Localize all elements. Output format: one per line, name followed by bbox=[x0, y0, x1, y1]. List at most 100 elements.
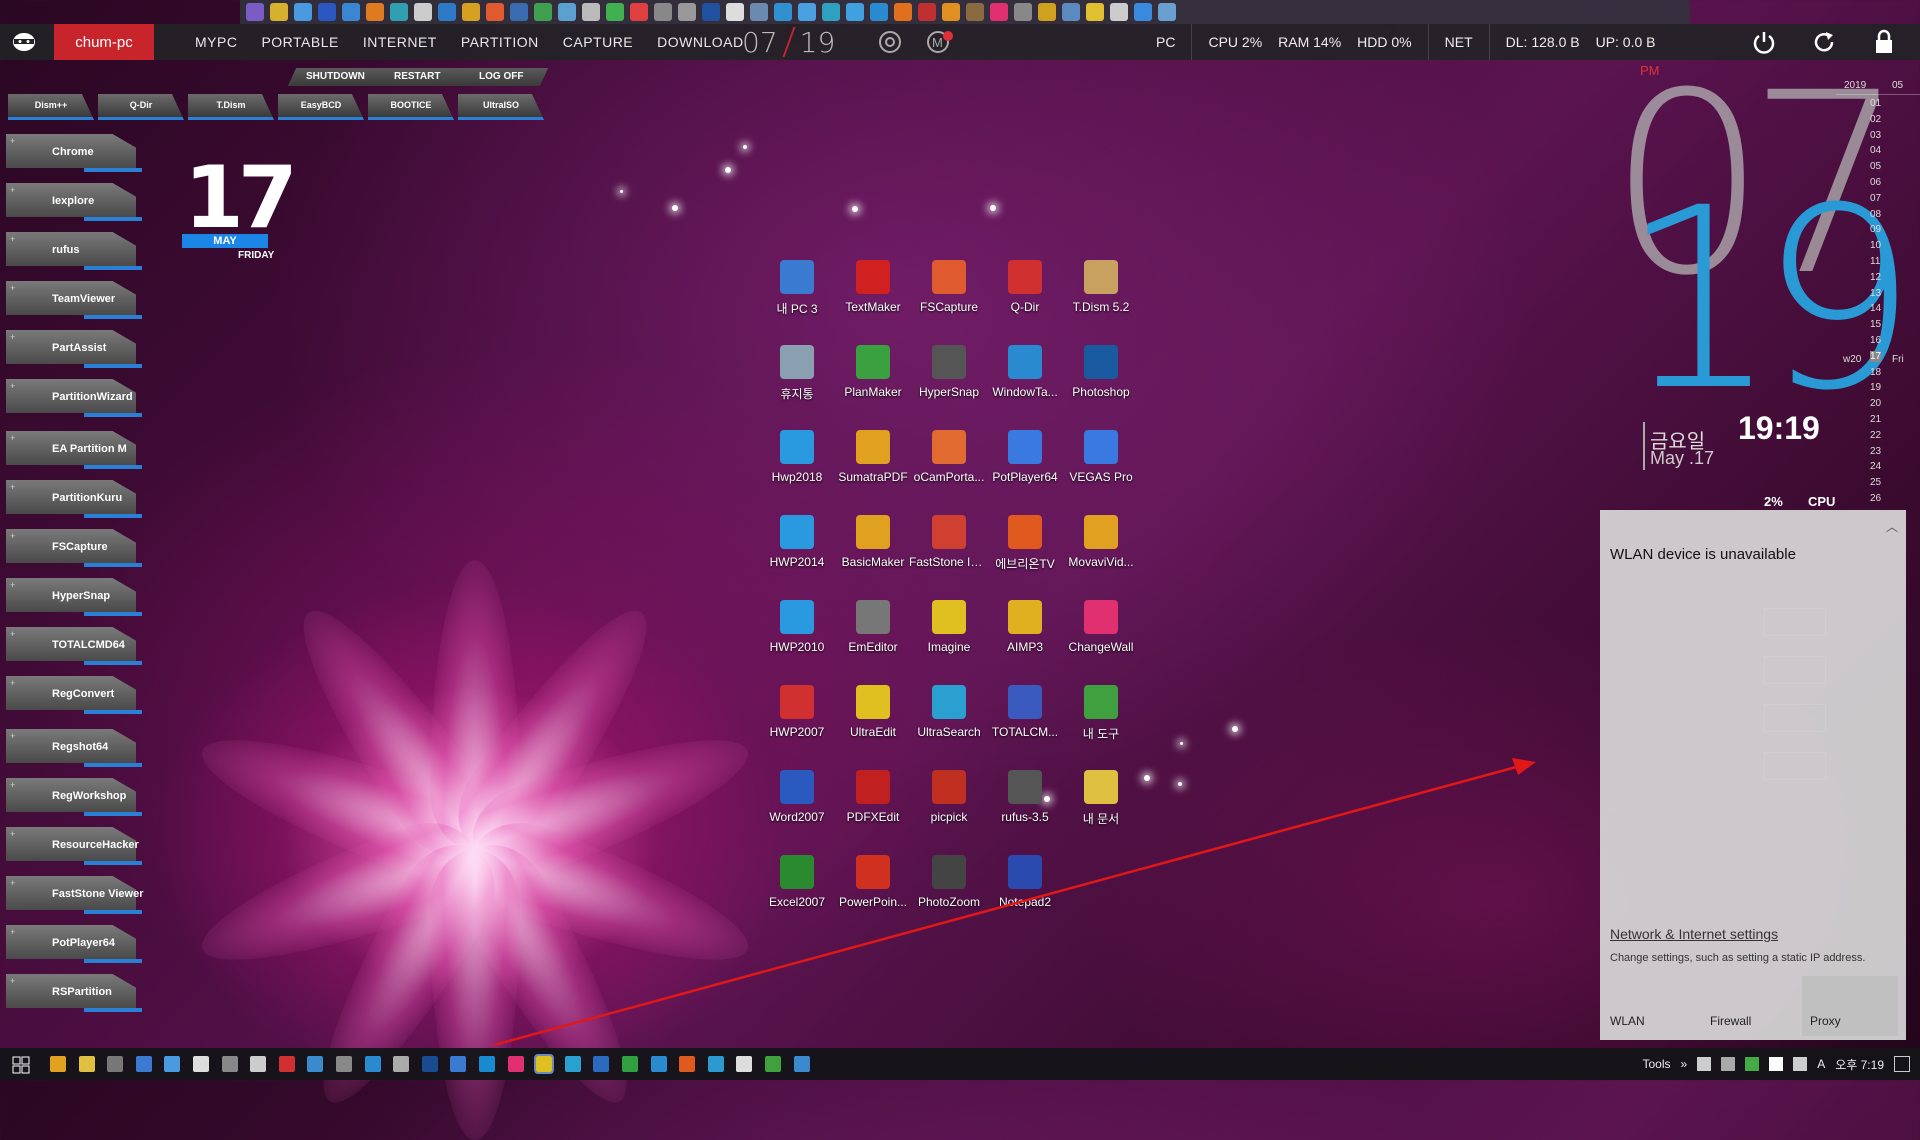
app-icon[interactable] bbox=[798, 3, 816, 21]
taskbar-app-icon[interactable] bbox=[650, 1056, 667, 1072]
dock-item-regshot64[interactable]: + Regshot64 bbox=[6, 729, 142, 769]
app-icon[interactable] bbox=[774, 3, 792, 21]
app-icon[interactable] bbox=[726, 3, 744, 21]
taskbar-app-icon[interactable] bbox=[50, 1056, 66, 1072]
app-icon[interactable] bbox=[534, 3, 552, 21]
app-icon[interactable] bbox=[630, 3, 648, 21]
desktop-icon[interactable]: Word2007 bbox=[757, 770, 837, 824]
desktop-icon[interactable]: Hwp2018 bbox=[757, 430, 837, 484]
app-tray-icon[interactable] bbox=[1745, 1057, 1760, 1071]
app-icon[interactable] bbox=[438, 3, 456, 21]
app-icon[interactable] bbox=[246, 3, 264, 21]
taskbar-app-icon[interactable] bbox=[278, 1056, 295, 1072]
app-icon[interactable] bbox=[894, 3, 912, 21]
tool-qdir-button[interactable]: Q-Dir bbox=[98, 94, 184, 120]
app-icon[interactable] bbox=[606, 3, 624, 21]
taskbar-app-icon[interactable] bbox=[736, 1056, 753, 1072]
menu-internet[interactable]: INTERNET bbox=[363, 34, 437, 50]
desktop-icon[interactable]: HyperSnap bbox=[909, 345, 989, 399]
restart-button[interactable]: RESTART bbox=[369, 68, 465, 86]
desktop-icon[interactable]: picpick bbox=[909, 770, 989, 824]
dock-item-rspartition[interactable]: + RSPartition bbox=[6, 974, 142, 1014]
dock-item-regconvert[interactable]: + RegConvert bbox=[6, 676, 142, 716]
app-icon[interactable] bbox=[822, 3, 840, 21]
desktop-icon[interactable]: UltraSearch bbox=[909, 685, 989, 739]
app-icon[interactable] bbox=[1062, 3, 1080, 21]
tool-dism-button[interactable]: Dism++ bbox=[8, 94, 94, 120]
app-icon[interactable] bbox=[654, 3, 672, 21]
taskbar-app-icon[interactable] bbox=[593, 1056, 610, 1072]
desktop-icon[interactable]: 에브리온TV bbox=[985, 515, 1065, 572]
dock-item-potplayer64[interactable]: + PotPlayer64 bbox=[6, 925, 142, 965]
wlan-toggle[interactable]: WLAN bbox=[1602, 976, 1698, 1036]
taskbar-app-icon[interactable] bbox=[107, 1056, 124, 1072]
taskbar-app-icon[interactable] bbox=[679, 1056, 696, 1072]
desktop-icon[interactable]: PlanMaker bbox=[833, 345, 913, 399]
app-icon[interactable] bbox=[510, 3, 528, 21]
desktop-icon[interactable]: 휴지통 bbox=[757, 345, 837, 402]
tools-toolbar-label[interactable]: Tools bbox=[1643, 1057, 1671, 1071]
taskbar-app-icon[interactable] bbox=[78, 1056, 95, 1072]
desktop-icon[interactable]: TOTALCM... bbox=[985, 685, 1065, 739]
taskbar-app-icon[interactable] bbox=[765, 1056, 781, 1072]
app-icon[interactable] bbox=[702, 3, 720, 21]
dock-item-totalcmd64[interactable]: + TOTALCMD64 bbox=[6, 627, 142, 667]
app-icon[interactable] bbox=[462, 3, 480, 21]
desktop-icon[interactable]: BasicMaker bbox=[833, 515, 913, 569]
taskbar-app-icon[interactable] bbox=[193, 1056, 209, 1072]
desktop-icon[interactable]: FastStone Image ... bbox=[909, 515, 989, 569]
tool-bootice-button[interactable]: BOOTICE bbox=[368, 94, 454, 120]
app-icon[interactable] bbox=[558, 3, 576, 21]
app-icon[interactable] bbox=[414, 3, 432, 21]
taskbar-app-icon[interactable] bbox=[450, 1056, 467, 1072]
desktop-icon[interactable]: HWP2007 bbox=[757, 685, 837, 739]
desktop-icon[interactable]: 내 도구 bbox=[1061, 685, 1141, 742]
desktop-icon[interactable]: Notepad2 bbox=[985, 855, 1065, 909]
desktop-icon[interactable]: PotPlayer64 bbox=[985, 430, 1065, 484]
app-icon[interactable] bbox=[270, 3, 288, 21]
app-icon[interactable] bbox=[342, 3, 360, 21]
app-icon[interactable] bbox=[318, 3, 336, 21]
desktop-icon[interactable]: Q-Dir bbox=[985, 260, 1065, 314]
app-icon[interactable] bbox=[1038, 3, 1056, 21]
desktop-icon[interactable]: Imagine bbox=[909, 600, 989, 654]
app-icon[interactable] bbox=[750, 3, 768, 21]
dock-item-iexplore[interactable]: + Iexplore bbox=[6, 183, 142, 223]
taskbar-clock[interactable]: 오후 7:19 bbox=[1835, 1056, 1884, 1073]
menu-mypc[interactable]: MYPC bbox=[195, 34, 237, 50]
app-icon[interactable] bbox=[942, 3, 960, 21]
app-icon[interactable] bbox=[918, 3, 936, 21]
app-icon[interactable] bbox=[1158, 3, 1176, 21]
taskbar-app-icon[interactable] bbox=[534, 1054, 555, 1074]
desktop-icon[interactable]: Excel2007 bbox=[757, 855, 837, 909]
menu-partition[interactable]: PARTITION bbox=[461, 34, 539, 50]
desktop-icon[interactable]: TextMaker bbox=[833, 260, 913, 314]
desktop-icon[interactable]: MovaviVid... bbox=[1061, 515, 1141, 569]
desktop-icon[interactable]: WindowTa... bbox=[985, 345, 1065, 399]
desktop-icon[interactable]: ChangeWall bbox=[1061, 600, 1141, 654]
network-tray-icon[interactable] bbox=[1697, 1057, 1712, 1071]
menu-download[interactable]: DOWNLOAD bbox=[657, 34, 743, 50]
taskbar-app-icon[interactable] bbox=[793, 1056, 810, 1072]
taskbar-app-icon[interactable] bbox=[507, 1056, 524, 1072]
notification-icon[interactable] bbox=[1894, 1056, 1910, 1072]
desktop-icon[interactable]: PowerPoin... bbox=[833, 855, 913, 909]
menu-capture[interactable]: CAPTURE bbox=[563, 34, 633, 50]
desktop-icon[interactable]: Photoshop bbox=[1061, 345, 1141, 399]
tool-tdism-button[interactable]: T.Dism bbox=[188, 94, 274, 120]
taskbar-app-icon[interactable] bbox=[622, 1056, 638, 1072]
ninja-logo-icon[interactable] bbox=[12, 32, 36, 52]
app-icon[interactable] bbox=[1110, 3, 1128, 21]
taskbar-app-icon[interactable] bbox=[307, 1056, 324, 1072]
taskbar-app-icon[interactable] bbox=[221, 1056, 238, 1072]
dock-item-partassist[interactable]: + PartAssist bbox=[6, 330, 142, 370]
dock-item-partitionkuru[interactable]: + PartitionKuru bbox=[6, 480, 142, 520]
desktop-icon[interactable]: SumatraPDF bbox=[833, 430, 913, 484]
desktop-icon[interactable]: UltraEdit bbox=[833, 685, 913, 739]
menu-portable[interactable]: PORTABLE bbox=[261, 34, 338, 50]
dock-item-regworkshop[interactable]: + RegWorkshop bbox=[6, 778, 142, 818]
app-icon[interactable] bbox=[1134, 3, 1152, 21]
chrome-icon[interactable] bbox=[878, 30, 902, 54]
desktop-icon[interactable]: oCamPorta... bbox=[909, 430, 989, 484]
dock-item-fscapture[interactable]: + FSCapture bbox=[6, 529, 142, 569]
